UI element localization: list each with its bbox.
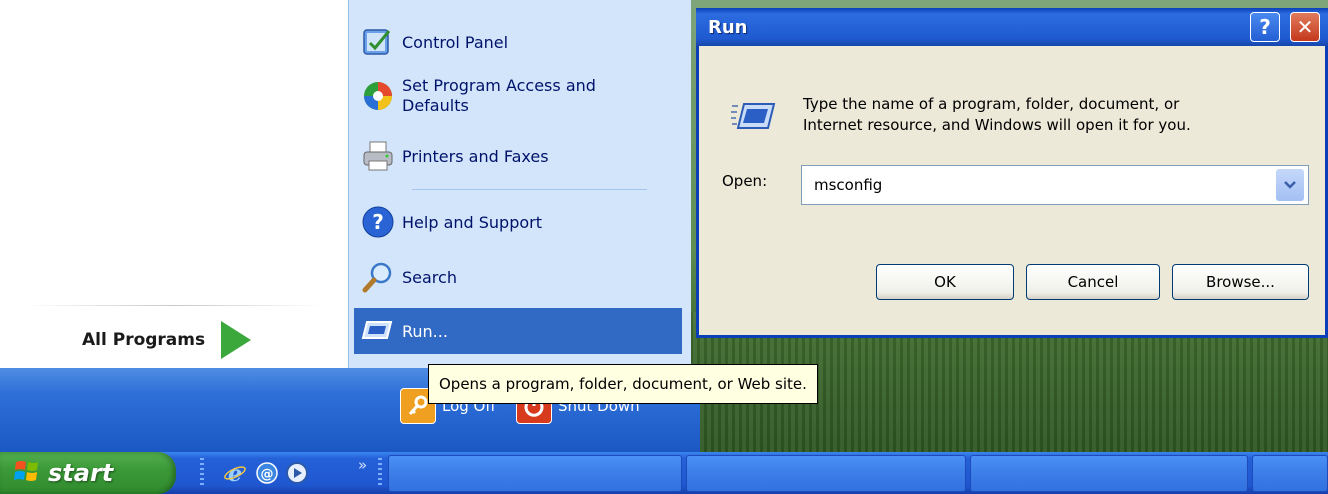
menu-item-set-program-access[interactable]: Set Program Access and Defaults bbox=[360, 76, 596, 116]
outlook-express-icon[interactable]: @ bbox=[254, 460, 280, 486]
start-button[interactable]: start bbox=[0, 452, 176, 494]
menu-item-run[interactable]: Run... bbox=[354, 308, 682, 354]
menu-item-label: Control Panel bbox=[402, 32, 509, 52]
run-dialog-icon bbox=[730, 98, 776, 138]
close-button[interactable]: ✕ bbox=[1290, 12, 1320, 42]
run-tooltip: Opens a program, folder, document, or We… bbox=[428, 364, 818, 404]
help-button[interactable]: ? bbox=[1250, 12, 1280, 42]
taskbar-button-2[interactable] bbox=[686, 455, 966, 492]
windows-logo-icon bbox=[14, 458, 40, 488]
menu-item-label: Help and Support bbox=[402, 212, 542, 232]
chevron-down-icon[interactable] bbox=[1276, 169, 1304, 201]
run-description: Type the name of a program, folder, docu… bbox=[803, 94, 1191, 136]
cancel-button[interactable]: Cancel bbox=[1026, 264, 1160, 300]
taskbar-button-1[interactable] bbox=[388, 455, 682, 492]
control-panel-icon bbox=[360, 24, 396, 60]
menu-item-control-panel[interactable]: Control Panel bbox=[360, 24, 508, 60]
svg-text:?: ? bbox=[372, 210, 384, 234]
browse-button[interactable]: Browse... bbox=[1172, 264, 1309, 300]
internet-explorer-icon[interactable]: e bbox=[222, 460, 248, 486]
run-icon bbox=[360, 316, 394, 346]
start-menu-left-pane bbox=[0, 0, 348, 368]
svg-text:e: e bbox=[228, 461, 242, 485]
menu-item-help-support[interactable]: ? Help and Support bbox=[360, 204, 542, 240]
menu-item-printers-faxes[interactable]: Printers and Faxes bbox=[360, 138, 549, 174]
run-dialog-title: Run bbox=[708, 16, 748, 38]
open-combobox[interactable] bbox=[801, 165, 1309, 205]
run-description-line-1: Type the name of a program, folder, docu… bbox=[803, 95, 1180, 113]
quick-launch-grip[interactable] bbox=[200, 458, 204, 488]
svg-text:@: @ bbox=[261, 467, 274, 482]
printer-icon bbox=[360, 138, 396, 174]
search-icon bbox=[360, 259, 396, 295]
media-player-icon[interactable] bbox=[284, 460, 310, 486]
open-label: Open: bbox=[722, 172, 768, 190]
menu-item-search[interactable]: Search bbox=[360, 259, 457, 295]
all-programs-button[interactable]: All Programs bbox=[82, 320, 252, 360]
ok-button[interactable]: OK bbox=[876, 264, 1014, 300]
run-dialog-titlebar[interactable]: Run bbox=[696, 8, 1328, 46]
open-input[interactable] bbox=[802, 166, 1276, 204]
taskbar-button-4[interactable] bbox=[1252, 455, 1328, 492]
right-pane-separator bbox=[412, 189, 647, 190]
taskbar-button-3[interactable] bbox=[970, 455, 1248, 492]
all-programs-label: All Programs bbox=[82, 330, 206, 350]
taskbar-grip[interactable] bbox=[378, 458, 382, 488]
menu-item-label: Run... bbox=[402, 321, 448, 341]
set-program-access-icon bbox=[360, 78, 396, 114]
menu-item-label: Printers and Faxes bbox=[402, 146, 549, 166]
quick-launch-chevron-icon[interactable]: » bbox=[358, 456, 367, 474]
start-label: start bbox=[48, 459, 114, 487]
left-pane-separator bbox=[24, 305, 324, 306]
help-icon: ? bbox=[360, 204, 396, 240]
run-description-line-2: Internet resource, and Windows will open… bbox=[803, 116, 1191, 134]
green-arrow-icon bbox=[221, 321, 252, 359]
menu-item-label: Search bbox=[402, 267, 457, 287]
menu-item-label: Set Program Access and Defaults bbox=[402, 76, 596, 115]
